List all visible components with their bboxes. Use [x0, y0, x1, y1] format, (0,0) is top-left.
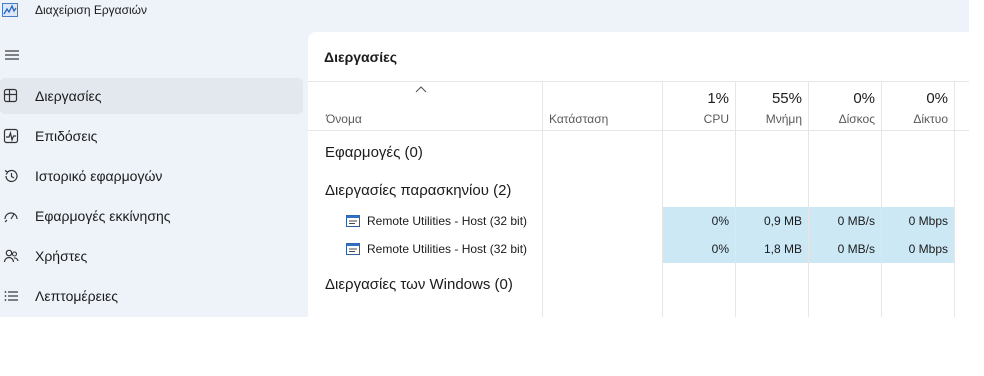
task-manager-app-icon	[2, 3, 18, 17]
processes-icon	[3, 88, 18, 103]
disk-total-percent: 0%	[853, 90, 875, 107]
sidebar-item-label: Λεπτομέρειες	[35, 288, 118, 304]
task-manager-window: Διαχείριση Εργασιών Διεργασίες Επιδόσεις…	[0, 0, 969, 317]
sidebar-item-performance[interactable]: Επιδόσεις	[0, 118, 303, 154]
network-value: 0 Mbps	[882, 235, 954, 263]
column-header-cpu[interactable]: CPU	[663, 112, 729, 126]
sidebar-item-label: Χρήστες	[35, 248, 88, 264]
window-title: Διαχείριση Εργασιών	[35, 3, 148, 17]
processes-panel: Διεργασίες Όνομα Κατάσταση 1% CPU 55% Μν…	[308, 32, 969, 317]
disk-value: 0 MB/s	[809, 207, 881, 235]
sidebar-item-label: Διεργασίες	[35, 88, 102, 104]
history-icon	[4, 169, 18, 183]
column-header-status[interactable]: Κατάσταση	[549, 112, 608, 126]
details-icon	[4, 291, 18, 301]
memory-value: 1,8 MB	[736, 235, 808, 263]
network-value: 0 Mbps	[882, 207, 954, 235]
memory-total-percent: 55%	[771, 90, 802, 107]
column-divider	[954, 82, 955, 317]
group-background-processes[interactable]: Διεργασίες παρασκηνίου (2)	[325, 182, 511, 199]
column-header-memory[interactable]: Μνήμη	[736, 112, 802, 126]
cpu-value: 0%	[663, 207, 735, 235]
memory-value: 0,9 MB	[736, 207, 808, 235]
column-divider	[542, 82, 543, 317]
table-row[interactable]: Remote Utilities - Host (32 bit) 0% 1,8 …	[308, 235, 969, 263]
process-name: Remote Utilities - Host (32 bit)	[367, 214, 528, 228]
network-total-percent: 0%	[926, 90, 948, 107]
hamburger-menu-icon[interactable]	[4, 47, 20, 63]
users-icon	[3, 249, 19, 263]
table-row[interactable]: Remote Utilities - Host (32 bit) 0% 0,9 …	[308, 207, 969, 235]
disk-value: 0 MB/s	[809, 235, 881, 263]
sidebar-item-label: Ιστορικό εφαρμογών	[35, 168, 163, 184]
cpu-total-percent: 1%	[707, 90, 729, 107]
sidebar-item-processes[interactable]: Διεργασίες	[0, 78, 303, 114]
column-header-disk[interactable]: Δίσκος	[809, 112, 875, 126]
sidebar-item-label: Επιδόσεις	[35, 128, 98, 144]
sidebar-item-startup-apps[interactable]: Εφαρμογές εκκίνησης	[0, 198, 303, 234]
sidebar-item-label: Εφαρμογές εκκίνησης	[35, 208, 171, 224]
startup-icon	[4, 212, 18, 223]
column-header-name[interactable]: Όνομα	[326, 112, 362, 126]
title-bar: Διαχείριση Εργασιών	[0, 0, 969, 30]
performance-icon	[3, 128, 19, 144]
window-app-icon	[346, 243, 360, 255]
header-divider	[308, 130, 969, 131]
group-apps[interactable]: Εφαρμογές (0)	[325, 144, 423, 161]
sidebar-item-app-history[interactable]: Ιστορικό εφαρμογών	[0, 158, 303, 194]
sidebar-item-details[interactable]: Λεπτομέρειες	[0, 278, 303, 314]
window-app-icon	[346, 215, 360, 227]
column-header-network[interactable]: Δίκτυο	[882, 112, 948, 126]
sort-ascending-icon[interactable]	[415, 85, 427, 93]
process-name: Remote Utilities - Host (32 bit)	[367, 242, 528, 256]
title-divider	[308, 81, 969, 82]
group-windows-processes[interactable]: Διεργασίες των Windows (0)	[325, 276, 513, 293]
page-title: Διεργασίες	[324, 49, 398, 65]
cpu-value: 0%	[663, 235, 735, 263]
sidebar-item-users[interactable]: Χρήστες	[0, 238, 303, 274]
